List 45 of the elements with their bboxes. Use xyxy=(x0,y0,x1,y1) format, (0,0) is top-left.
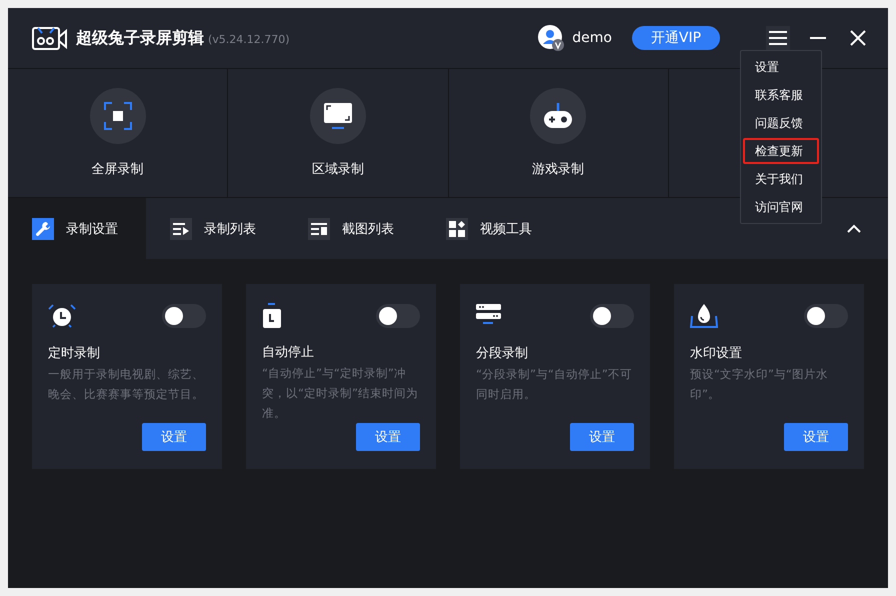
card-description: 一般用于录制电视剧、综艺、晚会、比赛赛事等预定节目。 xyxy=(48,366,205,403)
alarm-clock-icon xyxy=(48,303,76,329)
menu-item[interactable]: 联系客服 xyxy=(743,82,819,108)
monitor-icon xyxy=(322,102,353,130)
tab[interactable]: 截图列表 xyxy=(284,198,422,259)
window-title: 超级兔子录屏剪辑 xyxy=(76,28,204,48)
settings-button[interactable]: 设置 xyxy=(356,423,420,451)
vip-button[interactable]: 开通VIP xyxy=(632,26,720,50)
card-description: “自动停止”与“定时录制”冲突，以“定时录制”结束时间为准。 xyxy=(262,365,419,422)
card-title: 分段录制 xyxy=(476,345,529,362)
video-list-icon xyxy=(173,222,189,236)
user-name[interactable]: demo xyxy=(572,30,612,46)
card-title: 定时录制 xyxy=(48,345,101,362)
tab[interactable]: 录制列表 xyxy=(146,198,284,259)
toggle-switch[interactable] xyxy=(590,304,634,328)
menu-item[interactable]: 检查更新 xyxy=(743,138,819,164)
toggle-switch[interactable] xyxy=(804,304,848,328)
menu-icon[interactable] xyxy=(769,30,787,46)
card-description: 预设“文字水印”与“图片水印”。 xyxy=(690,366,829,403)
toggle-switch[interactable] xyxy=(376,304,420,328)
user-avatar-icon xyxy=(538,25,564,51)
rabbit-logo-icon xyxy=(32,25,68,51)
settings-button[interactable]: 设置 xyxy=(784,423,848,451)
watermark-drop-icon xyxy=(690,303,718,329)
menu-item[interactable]: 问题反馈 xyxy=(743,110,819,136)
settings-button[interactable]: 设置 xyxy=(142,423,206,451)
timer-icon xyxy=(262,302,282,328)
card-title: 水印设置 xyxy=(690,345,743,362)
toggle-switch[interactable] xyxy=(162,304,206,328)
tab[interactable]: 录制设置 xyxy=(8,198,146,259)
fullscreen-icon xyxy=(104,102,132,130)
menu-button[interactable] xyxy=(766,26,790,50)
settings-button[interactable]: 设置 xyxy=(570,423,634,451)
menu-item[interactable]: 设置 xyxy=(743,54,819,80)
tab[interactable]: 视频工具 xyxy=(422,198,560,259)
image-list-icon xyxy=(311,222,327,236)
card-title: 自动停止 xyxy=(262,344,315,361)
card-description: “分段录制”与“自动停止”不可同时启用。 xyxy=(476,366,633,403)
menu-item[interactable]: 访问官网 xyxy=(743,194,819,220)
grid-icon xyxy=(449,220,465,236)
version-label: (v5.24.12.770) xyxy=(208,33,290,46)
gamepad-icon xyxy=(543,101,574,131)
chevron-up-icon[interactable] xyxy=(847,224,861,233)
wrench-icon xyxy=(35,220,51,236)
menu-item[interactable]: 关于我们 xyxy=(743,166,819,192)
